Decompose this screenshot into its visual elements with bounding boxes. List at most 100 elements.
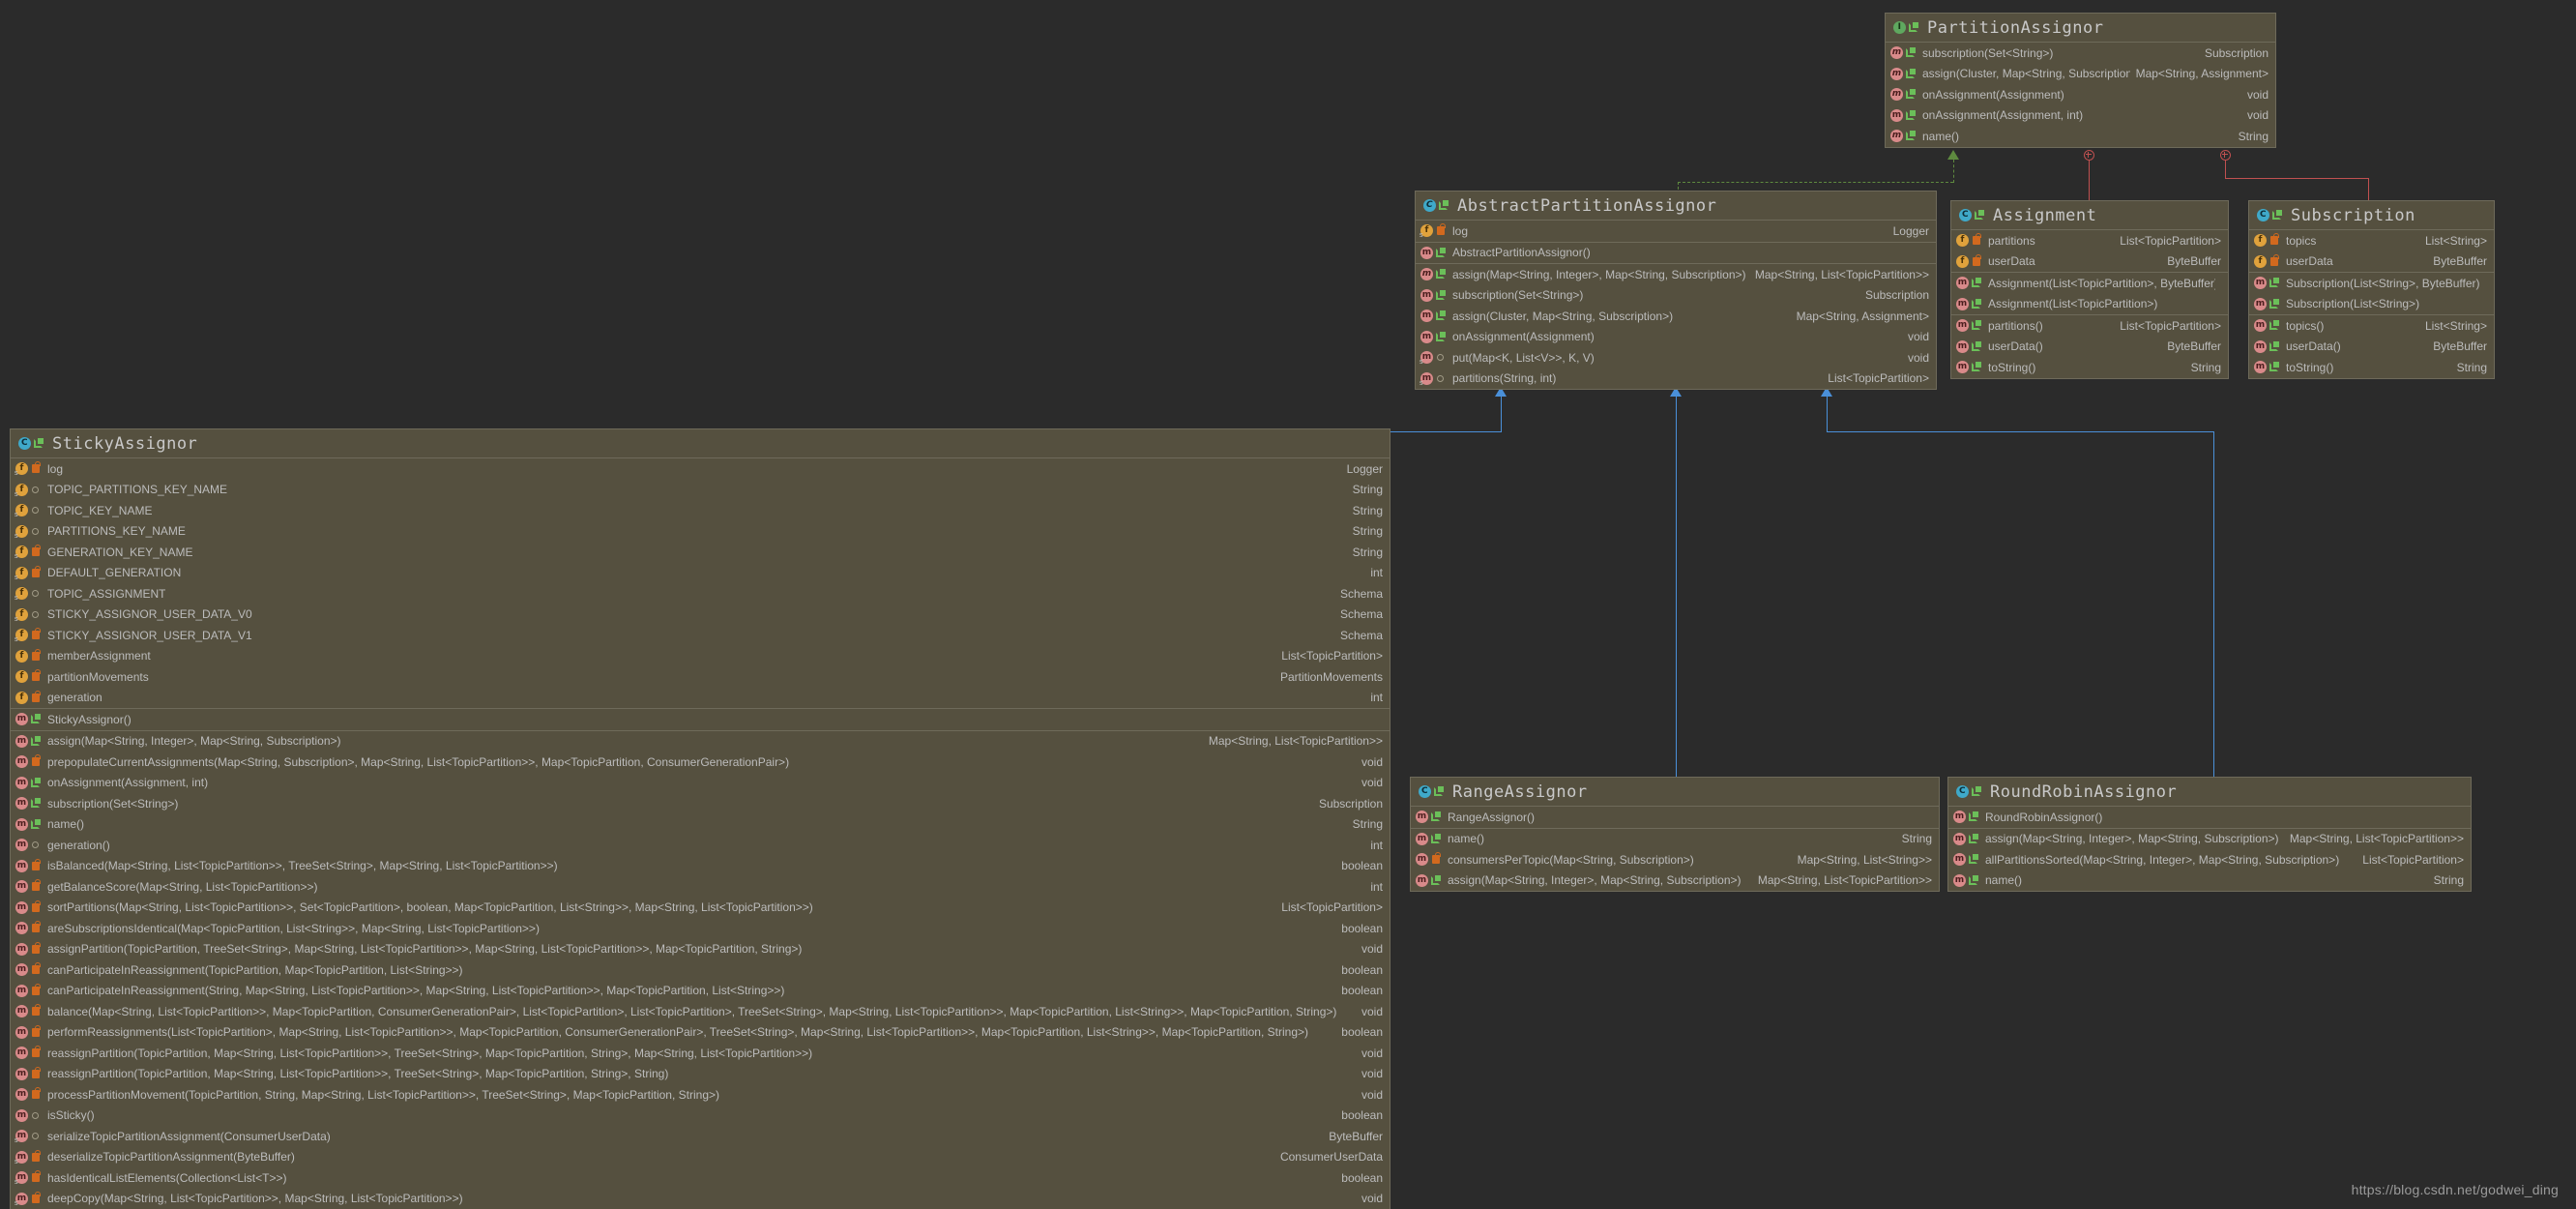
visibility-public-icon: [1971, 361, 1981, 373]
class-member-row[interactable]: m balance(Map<String, List<TopicPartition…: [11, 1001, 1390, 1022]
class-member-row[interactable]: m isSticky() boolean: [11, 1106, 1390, 1127]
class-member-row[interactable]: f userData ByteBuffer: [2249, 251, 2494, 273]
method-icon-wrapper: m: [1416, 811, 1430, 824]
class-box-sticky-assignor[interactable]: C StickyAssignor f s log Logger f s TOPIC_PARTIT…: [10, 428, 1390, 1209]
class-member-row[interactable]: m userData() ByteBuffer: [1951, 337, 2228, 358]
class-member-row[interactable]: m StickyAssignor(): [11, 709, 1390, 730]
class-member-row[interactable]: f s log Logger: [1416, 221, 1936, 242]
visibility-public-icon: [1430, 833, 1441, 845]
class-member-row[interactable]: m onAssignment(Assignment, int) void: [11, 773, 1390, 794]
member-return-type: int: [1370, 566, 1383, 580]
class-box-assignment[interactable]: C Assignment f partitions List<TopicPartitio…: [1950, 200, 2229, 379]
class-member-row[interactable]: m s put(Map<K, List<V>>, K, V) void: [1416, 347, 1936, 369]
class-member-row[interactable]: m canParticipateInReassignment(String, Ma…: [11, 981, 1390, 1002]
member-signature: subscription(Set<String>): [1922, 45, 2054, 60]
class-box-subscription[interactable]: C Subscription f topics List<String> f userDat…: [2248, 200, 2495, 379]
class-member-row[interactable]: m isBalanced(Map<String, List<TopicPartit…: [11, 856, 1390, 877]
class-member-row[interactable]: m assign(Cluster, Map<String, Subscriptio…: [1886, 64, 2275, 85]
class-member-row[interactable]: f s TOPIC_ASSIGNMENT Schema: [11, 583, 1390, 604]
class-member-row[interactable]: m assign(Map<String, Integer>, Map<String…: [11, 731, 1390, 752]
class-member-row[interactable]: m areSubscriptionsIdentical(Map<TopicPart…: [11, 918, 1390, 939]
method-icon: m: [15, 839, 28, 852]
class-member-row[interactable]: f s TOPIC_KEY_NAME String: [11, 500, 1390, 521]
class-member-row[interactable]: f partitionMovements PartitionMovements: [11, 666, 1390, 688]
visibility-private-icon: [30, 1066, 41, 1080]
member-signature: AbstractPartitionAssignor(): [1452, 246, 1591, 260]
class-member-row[interactable]: f s STICKY_ASSIGNOR_USER_DATA_V0 Schema: [11, 604, 1390, 626]
member-return-type: void: [1361, 1046, 1383, 1060]
class-member-row[interactable]: m getBalanceScore(Map<String, List<TopicP…: [11, 876, 1390, 898]
uml-diagram-canvas: I PartitionAssignor m subscription(Set<Stri…: [0, 0, 2576, 1209]
class-member-row[interactable]: f s log Logger: [11, 458, 1390, 480]
class-member-row[interactable]: m onAssignment(Assignment) void: [1416, 327, 1936, 348]
class-member-row[interactable]: m subscription(Set<String>) Subscription: [1416, 285, 1936, 307]
class-member-row[interactable]: m s partitions(String, int) List<TopicParti…: [1416, 369, 1936, 390]
class-member-row[interactable]: m assign(Map<String, Integer>, Map<String…: [1948, 829, 2471, 850]
class-member-row[interactable]: f s DEFAULT_GENERATION int: [11, 563, 1390, 584]
class-member-row[interactable]: m processPartitionMovement(TopicPartition…: [11, 1084, 1390, 1106]
class-member-row[interactable]: f generation int: [11, 688, 1390, 709]
class-member-row[interactable]: m userData() ByteBuffer: [2249, 337, 2494, 358]
class-member-row[interactable]: m consumersPerTopic(Map<String, Subscript…: [1411, 849, 1939, 870]
member-return-type: String: [2190, 360, 2221, 374]
member-signature: allPartitionsSorted(Map<String, Integer>…: [1985, 852, 2340, 867]
class-box-range-assignor[interactable]: C RangeAssignor m RangeAssignor() m name() Str…: [1410, 777, 1940, 892]
class-member-row[interactable]: m RoundRobinAssignor(): [1948, 807, 2471, 828]
class-member-row[interactable]: f memberAssignment List<TopicPartition>: [11, 646, 1390, 667]
class-member-row[interactable]: m assign(Cluster, Map<String, Subscriptio…: [1416, 306, 1936, 327]
class-member-row[interactable]: f s TOPIC_PARTITIONS_KEY_NAME String: [11, 480, 1390, 501]
class-member-row[interactable]: m topics() List<String>: [2249, 315, 2494, 337]
class-member-row[interactable]: m name() String: [1886, 126, 2275, 147]
member-return-type: List<String>: [2424, 318, 2487, 333]
method-icon-wrapper: m: [1956, 361, 1971, 374]
class-icon: C: [1419, 785, 1431, 798]
class-member-row[interactable]: f userData ByteBuffer: [1951, 251, 2228, 273]
class-box-partition-assignor[interactable]: I PartitionAssignor m subscription(Set<Stri…: [1885, 13, 2276, 148]
class-member-row[interactable]: m sortPartitions(Map<String, List<TopicPa…: [11, 898, 1390, 919]
class-member-row[interactable]: m name() String: [1948, 870, 2471, 892]
class-box-round-robin-assignor[interactable]: C RoundRobinAssignor m RoundRobinAssignor()…: [1947, 777, 2472, 892]
class-member-row[interactable]: m reassignPartition(TopicPartition, Map<S…: [11, 1064, 1390, 1085]
method-icon-wrapper: m: [15, 922, 30, 935]
class-member-row[interactable]: m allPartitionsSorted(Map<String, Integer…: [1948, 849, 2471, 870]
class-member-row[interactable]: m onAssignment(Assignment) void: [1886, 84, 2275, 105]
visibility-private-icon: [2269, 233, 2279, 247]
class-member-row[interactable]: m s deepCopy(Map<String, List<TopicPartiti…: [11, 1189, 1390, 1209]
class-member-row[interactable]: m toString() String: [1951, 357, 2228, 378]
class-member-row[interactable]: m performReassignments(List<TopicPartitio…: [11, 1022, 1390, 1044]
class-member-row[interactable]: m Subscription(List<String>, ByteBuffer): [2249, 273, 2494, 294]
class-member-row[interactable]: f s PARTITIONS_KEY_NAME String: [11, 521, 1390, 543]
class-name-label: AbstractPartitionAssignor: [1457, 195, 1717, 216]
class-member-row[interactable]: m subscription(Set<String>) Subscription: [11, 793, 1390, 814]
class-member-row[interactable]: f topics List<String>: [2249, 230, 2494, 251]
class-member-row[interactable]: m generation() int: [11, 835, 1390, 856]
class-member-row[interactable]: m onAssignment(Assignment, int) void: [1886, 105, 2275, 127]
class-member-row[interactable]: f s GENERATION_KEY_NAME String: [11, 542, 1390, 563]
class-member-row[interactable]: f partitions List<TopicPartition>: [1951, 230, 2228, 251]
class-member-row[interactable]: m AbstractPartitionAssignor(): [1416, 243, 1936, 264]
class-member-row[interactable]: m s hasIdenticalListElements(Collection<Li…: [11, 1167, 1390, 1189]
method-icon-wrapper: m: [15, 859, 30, 872]
class-member-row[interactable]: m name() String: [11, 814, 1390, 836]
class-member-row[interactable]: m toString() String: [2249, 357, 2494, 378]
member-signature: toString(): [2286, 360, 2334, 374]
visibility-public-icon: [1974, 209, 1984, 221]
class-member-row[interactable]: m assignPartition(TopicPartition, TreeSet…: [11, 939, 1390, 960]
class-member-row[interactable]: m Assignment(List<TopicPartition>, ByteBu…: [1951, 273, 2228, 294]
class-member-row[interactable]: m s deserializeTopicPartitionAssignment(By…: [11, 1147, 1390, 1168]
class-member-row[interactable]: m subscription(Set<String>) Subscription: [1886, 43, 2275, 64]
class-member-row[interactable]: m name() String: [1411, 829, 1939, 850]
class-member-row[interactable]: m Assignment(List<TopicPartition>): [1951, 294, 2228, 315]
class-member-row[interactable]: m canParticipateInReassignment(TopicParti…: [11, 959, 1390, 981]
class-member-row[interactable]: m Subscription(List<String>): [2249, 294, 2494, 315]
class-member-row[interactable]: m assign(Map<String, Integer>, Map<String…: [1416, 264, 1936, 285]
class-member-row[interactable]: m reassignPartition(TopicPartition, Map<S…: [11, 1043, 1390, 1064]
class-member-row[interactable]: m assign(Map<String, Integer>, Map<String…: [1411, 870, 1939, 892]
class-member-row[interactable]: m partitions() List<TopicPartition>: [1951, 315, 2228, 337]
class-member-row[interactable]: m RangeAssignor(): [1411, 807, 1939, 828]
class-box-abstract-partition-assignor[interactable]: C AbstractPartitionAssignor f s log Logger m Ab…: [1415, 191, 1937, 390]
class-member-row[interactable]: m prepopulateCurrentAssignments(Map<Strin…: [11, 752, 1390, 773]
class-member-row[interactable]: m s serializeTopicPartitionAssignment(Cons…: [11, 1126, 1390, 1147]
static-modifier-badge: s: [15, 532, 18, 540]
class-member-row[interactable]: f s STICKY_ASSIGNOR_USER_DATA_V1 Schema: [11, 625, 1390, 646]
